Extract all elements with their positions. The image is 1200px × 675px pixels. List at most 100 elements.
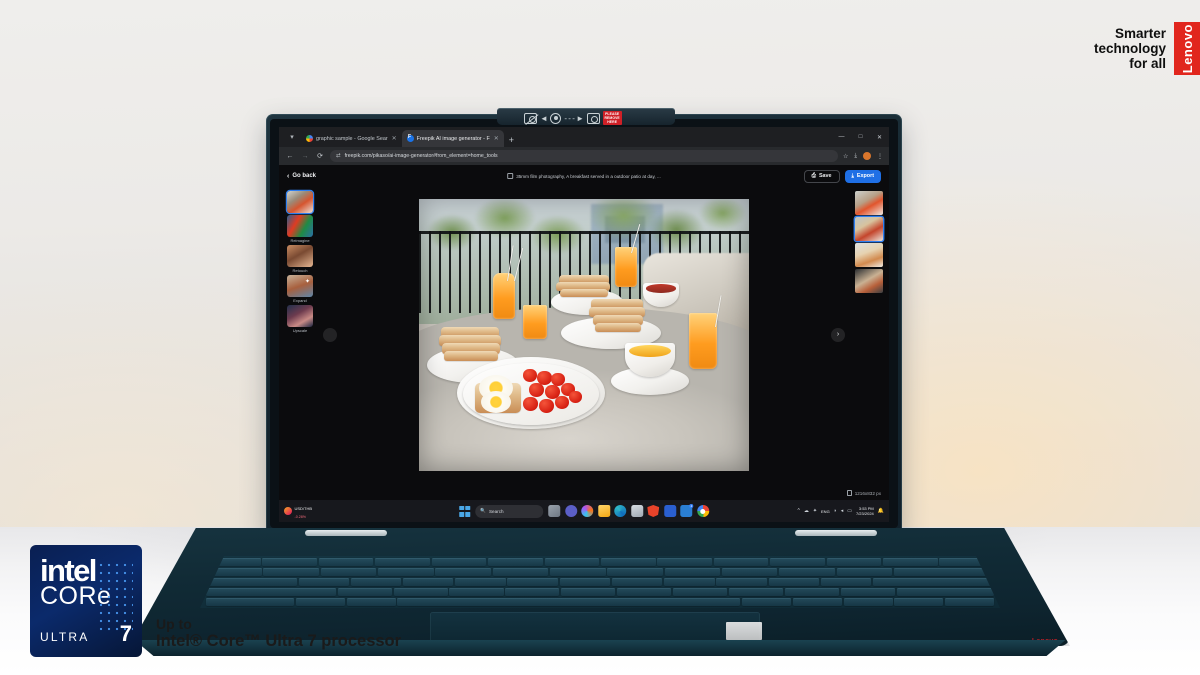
teams-icon[interactable] [564,505,577,517]
tool-reimagine[interactable]: Reimagine [285,215,315,243]
tool-label: Expand [293,298,307,303]
variation-1[interactable] [855,191,883,215]
tagline-line-3: for all [1129,56,1166,71]
browser-tab-0[interactable]: graphic sample - Google Sear ✕ [301,130,402,147]
profile-avatar[interactable] [863,152,871,160]
address-bar[interactable]: ⇄ freepik.com/pikaso/ai-image-generator#… [330,150,838,162]
intel-caption-line-1: Up to [156,616,192,632]
taskbar-clock[interactable]: 3:53 PM 7/23/2024 [856,506,874,516]
brave-icon[interactable] [647,505,660,517]
lens-icon [550,112,562,124]
intel-branding: intel CORe ULTRA 7 Up to Intel® Core™ Ul… [30,545,401,657]
browser-toolbar: ← → ⟳ ⇄ freepik.com/pikaso/ai-image-gene… [279,147,889,165]
generated-image[interactable] [419,198,749,471]
tool-retouch[interactable]: Retouch [285,245,315,273]
variation-4[interactable] [855,269,883,293]
hinge-left [305,530,387,536]
maximize-button[interactable]: □ [851,127,870,147]
variation-3[interactable] [855,243,883,267]
battery-icon[interactable]: ▭ [847,508,852,514]
browser-tab-1[interactable]: Freepik AI image generator - F ✕ [401,130,504,147]
windows-start-icon[interactable] [459,505,471,517]
webcam-privacy-graphic: ◄ - - - ► PLEASE REMOVE HERE [524,110,676,126]
menu-icon[interactable]: ⋮ [877,153,883,160]
new-tab-button[interactable]: + [509,135,514,145]
reload-button[interactable]: ⟳ [315,152,325,160]
prompt-display[interactable]: 35mm film photography, A breakfast serve… [507,173,661,179]
intel-tier: ULTRA [40,630,90,644]
search-icon: 🔍 [480,508,486,513]
freepik-favicon [406,134,414,142]
back-button[interactable]: ← [285,153,295,160]
camera-blocked-icon [524,112,539,125]
system-tray: ^ ☁ ✦ ENG ◗ ◂ ▭ 3:53 PM 7/23/2024 🔔 [797,506,884,516]
wifi-icon[interactable]: ◗ [834,508,837,514]
onedrive-icon[interactable]: ☁ [804,508,809,514]
minimize-button[interactable]: — [832,127,851,147]
close-icon[interactable]: ✕ [392,135,397,142]
app-toolbar: ‹ Go back 35mm film photography, A break… [279,165,889,187]
close-window-button[interactable]: ✕ [870,127,889,147]
tab-title: graphic sample - Google Sear [316,135,388,142]
tool-label: Retouch [292,268,308,273]
download-icon[interactable]: ⤓ [854,153,857,160]
bookmark-icon[interactable]: ☆ [843,153,848,160]
privacy-badge-line3: HERE [607,120,618,125]
vscode-badge: 1 [689,504,694,508]
copilot-icon[interactable] [581,505,594,517]
freepik-app: ‹ Go back 35mm film photography, A break… [279,165,889,500]
intel-badge: intel CORe ULTRA 7 [30,545,142,657]
export-label: Export [856,173,874,179]
go-back-label: Go back [292,173,317,179]
chevron-down-icon[interactable]: ▾ [285,130,299,144]
image-dimensions: 1216x832 px [847,490,881,496]
windows-taskbar: USD/THB -0.28% 🔍 Search 1 ^ ☁ ✦ ENG ◗ ◂ … [279,500,889,522]
vivaldi-icon[interactable] [663,505,676,517]
next-image-button[interactable]: › [831,327,845,342]
save-button[interactable]: ⎙ Save [803,169,840,183]
go-back-button[interactable]: ‹ Go back [287,173,316,180]
volume-icon[interactable]: ◂ [841,508,844,514]
edge-icon[interactable] [614,505,627,517]
image-dimensions-text: 1216x832 px [854,490,881,496]
prev-image-button[interactable]: chevron-left-icon [323,327,337,342]
privacy-badge: PLEASE REMOVE HERE [602,110,622,126]
hinge-right [795,530,877,536]
tray-overflow-icon[interactable]: ^ [797,508,799,514]
tool-thumbnail [287,245,313,267]
save-icon: ⎙ [811,172,816,179]
tool-current-image[interactable] [285,191,315,213]
tab-title: Freepik AI image generator - F [416,135,490,142]
taskbar-apps: 1 [548,504,709,517]
tool-thumbnail [287,275,313,297]
store-icon[interactable] [630,505,643,517]
bell-icon[interactable]: 🔔 [878,508,884,514]
file-explorer-icon[interactable] [597,505,610,517]
chrome-icon[interactable] [696,505,709,517]
variation-2[interactable] [855,217,883,241]
site-settings-icon[interactable]: ⇄ [336,153,341,159]
prompt-text: 35mm film photography, A breakfast serve… [516,173,661,179]
close-icon[interactable]: ✕ [494,135,499,142]
laptop-screen: ▾ graphic sample - Google Sear ✕ Freepik… [279,127,889,522]
window-controls: — □ ✕ [832,127,889,147]
forward-button: → [301,152,309,160]
camera-icon [586,112,600,124]
intel-caption-line-2: Intel® Core™ Ultra 7 processor [156,632,402,650]
chevron-left-icon: ‹ [287,172,290,180]
currency-widget-icon [284,507,292,515]
task-view-icon[interactable] [548,505,561,517]
spec-sticker [726,622,762,640]
arrow-right-dashed-icon: ◄ [540,113,548,123]
taskbar-search-input[interactable]: 🔍 Search [475,504,544,518]
lenovo-banner: Smarter technology for all Lenovo [1094,22,1200,75]
export-button[interactable]: ⤓ Export [844,169,881,183]
tool-upscale[interactable]: Upscale [285,305,315,333]
vscode-icon[interactable]: 1 [680,504,694,517]
tool-expand[interactable]: Expand [285,275,315,303]
tool-rail: Reimagine Retouch Expand Upscale [282,191,318,333]
tool-label: Reimagine [290,238,310,243]
bluetooth-icon[interactable]: ✦ [813,508,817,514]
taskbar-widget[interactable]: USD/THB -0.28% [284,503,312,520]
language-indicator[interactable]: ENG [821,509,830,514]
